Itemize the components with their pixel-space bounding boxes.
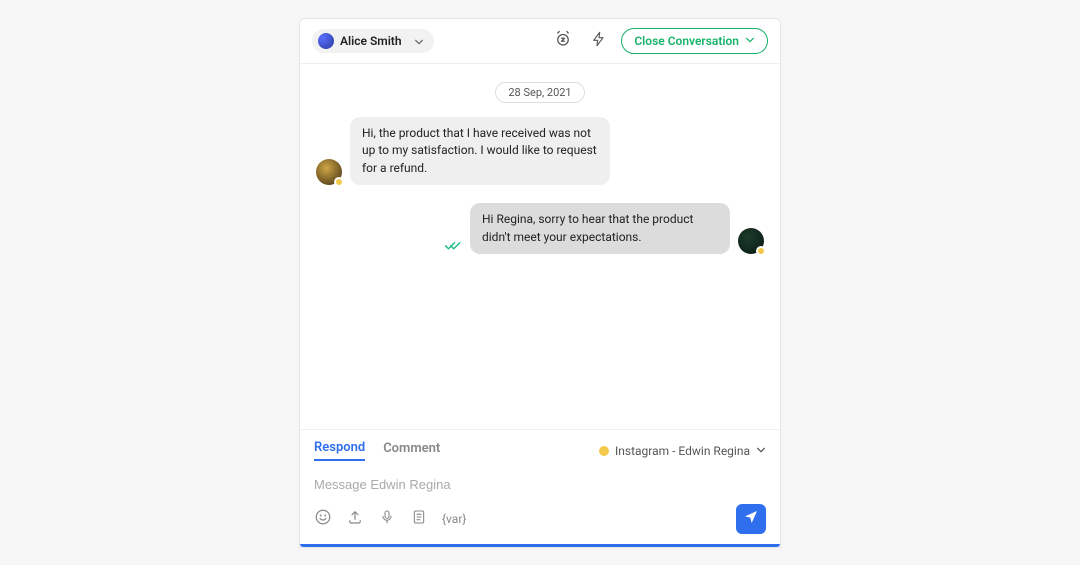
conversation-panel: Alice Smith Close Conversati <box>299 18 781 548</box>
composer-tabs: Respond Comment Instagram - Edwin Regina <box>314 440 766 461</box>
send-button[interactable] <box>736 504 766 534</box>
chevron-down-icon <box>745 34 755 48</box>
accent-bar <box>300 544 780 547</box>
message-bubble: Hi Regina, sorry to hear that the produc… <box>470 203 730 254</box>
assignee-name: Alice Smith <box>340 34 402 48</box>
variable-button[interactable]: {var} <box>442 512 466 526</box>
customer-avatar <box>316 159 342 185</box>
emoji-button[interactable] <box>314 510 332 528</box>
message-bubble: Hi, the product that I have received was… <box>350 117 610 185</box>
microphone-icon <box>379 509 395 529</box>
snooze-button[interactable] <box>549 27 577 55</box>
agent-avatar <box>738 228 764 254</box>
quick-actions-button[interactable] <box>585 27 613 55</box>
lightning-icon <box>591 31 607 51</box>
presence-indicator <box>334 177 344 187</box>
assignee-avatar <box>318 33 334 49</box>
channel-label: Instagram - Edwin Regina <box>615 444 750 458</box>
double-check-icon <box>444 236 462 254</box>
snooze-icon <box>554 30 572 52</box>
template-icon <box>411 509 427 529</box>
emoji-icon <box>314 508 332 530</box>
close-conversation-button[interactable]: Close Conversation <box>621 28 768 54</box>
chevron-down-icon <box>414 36 424 46</box>
presence-indicator <box>756 246 766 256</box>
voice-note-button[interactable] <box>378 510 396 528</box>
channel-dot-icon <box>599 446 609 456</box>
message-row: Hi, the product that I have received was… <box>316 117 764 185</box>
attachment-button[interactable] <box>346 510 364 528</box>
composer: Respond Comment Instagram - Edwin Regina <box>300 429 780 544</box>
tab-comment[interactable]: Comment <box>383 441 440 460</box>
assignee-selector[interactable]: Alice Smith <box>312 29 434 53</box>
chat-body: 28 Sep, 2021 Hi, the product that I have… <box>300 64 780 429</box>
conversation-header: Alice Smith Close Conversati <box>300 19 780 64</box>
channel-selector[interactable]: Instagram - Edwin Regina <box>599 444 766 458</box>
message-input[interactable] <box>314 471 766 504</box>
close-conversation-label: Close Conversation <box>634 34 739 48</box>
template-button[interactable] <box>410 510 428 528</box>
upload-icon <box>346 508 364 530</box>
composer-actions: {var} <box>314 504 766 534</box>
send-icon <box>743 509 759 529</box>
message-row: Hi Regina, sorry to hear that the produc… <box>316 203 764 254</box>
date-separator: 28 Sep, 2021 <box>495 82 584 103</box>
tab-respond[interactable]: Respond <box>314 440 365 461</box>
chevron-down-icon <box>756 444 766 458</box>
